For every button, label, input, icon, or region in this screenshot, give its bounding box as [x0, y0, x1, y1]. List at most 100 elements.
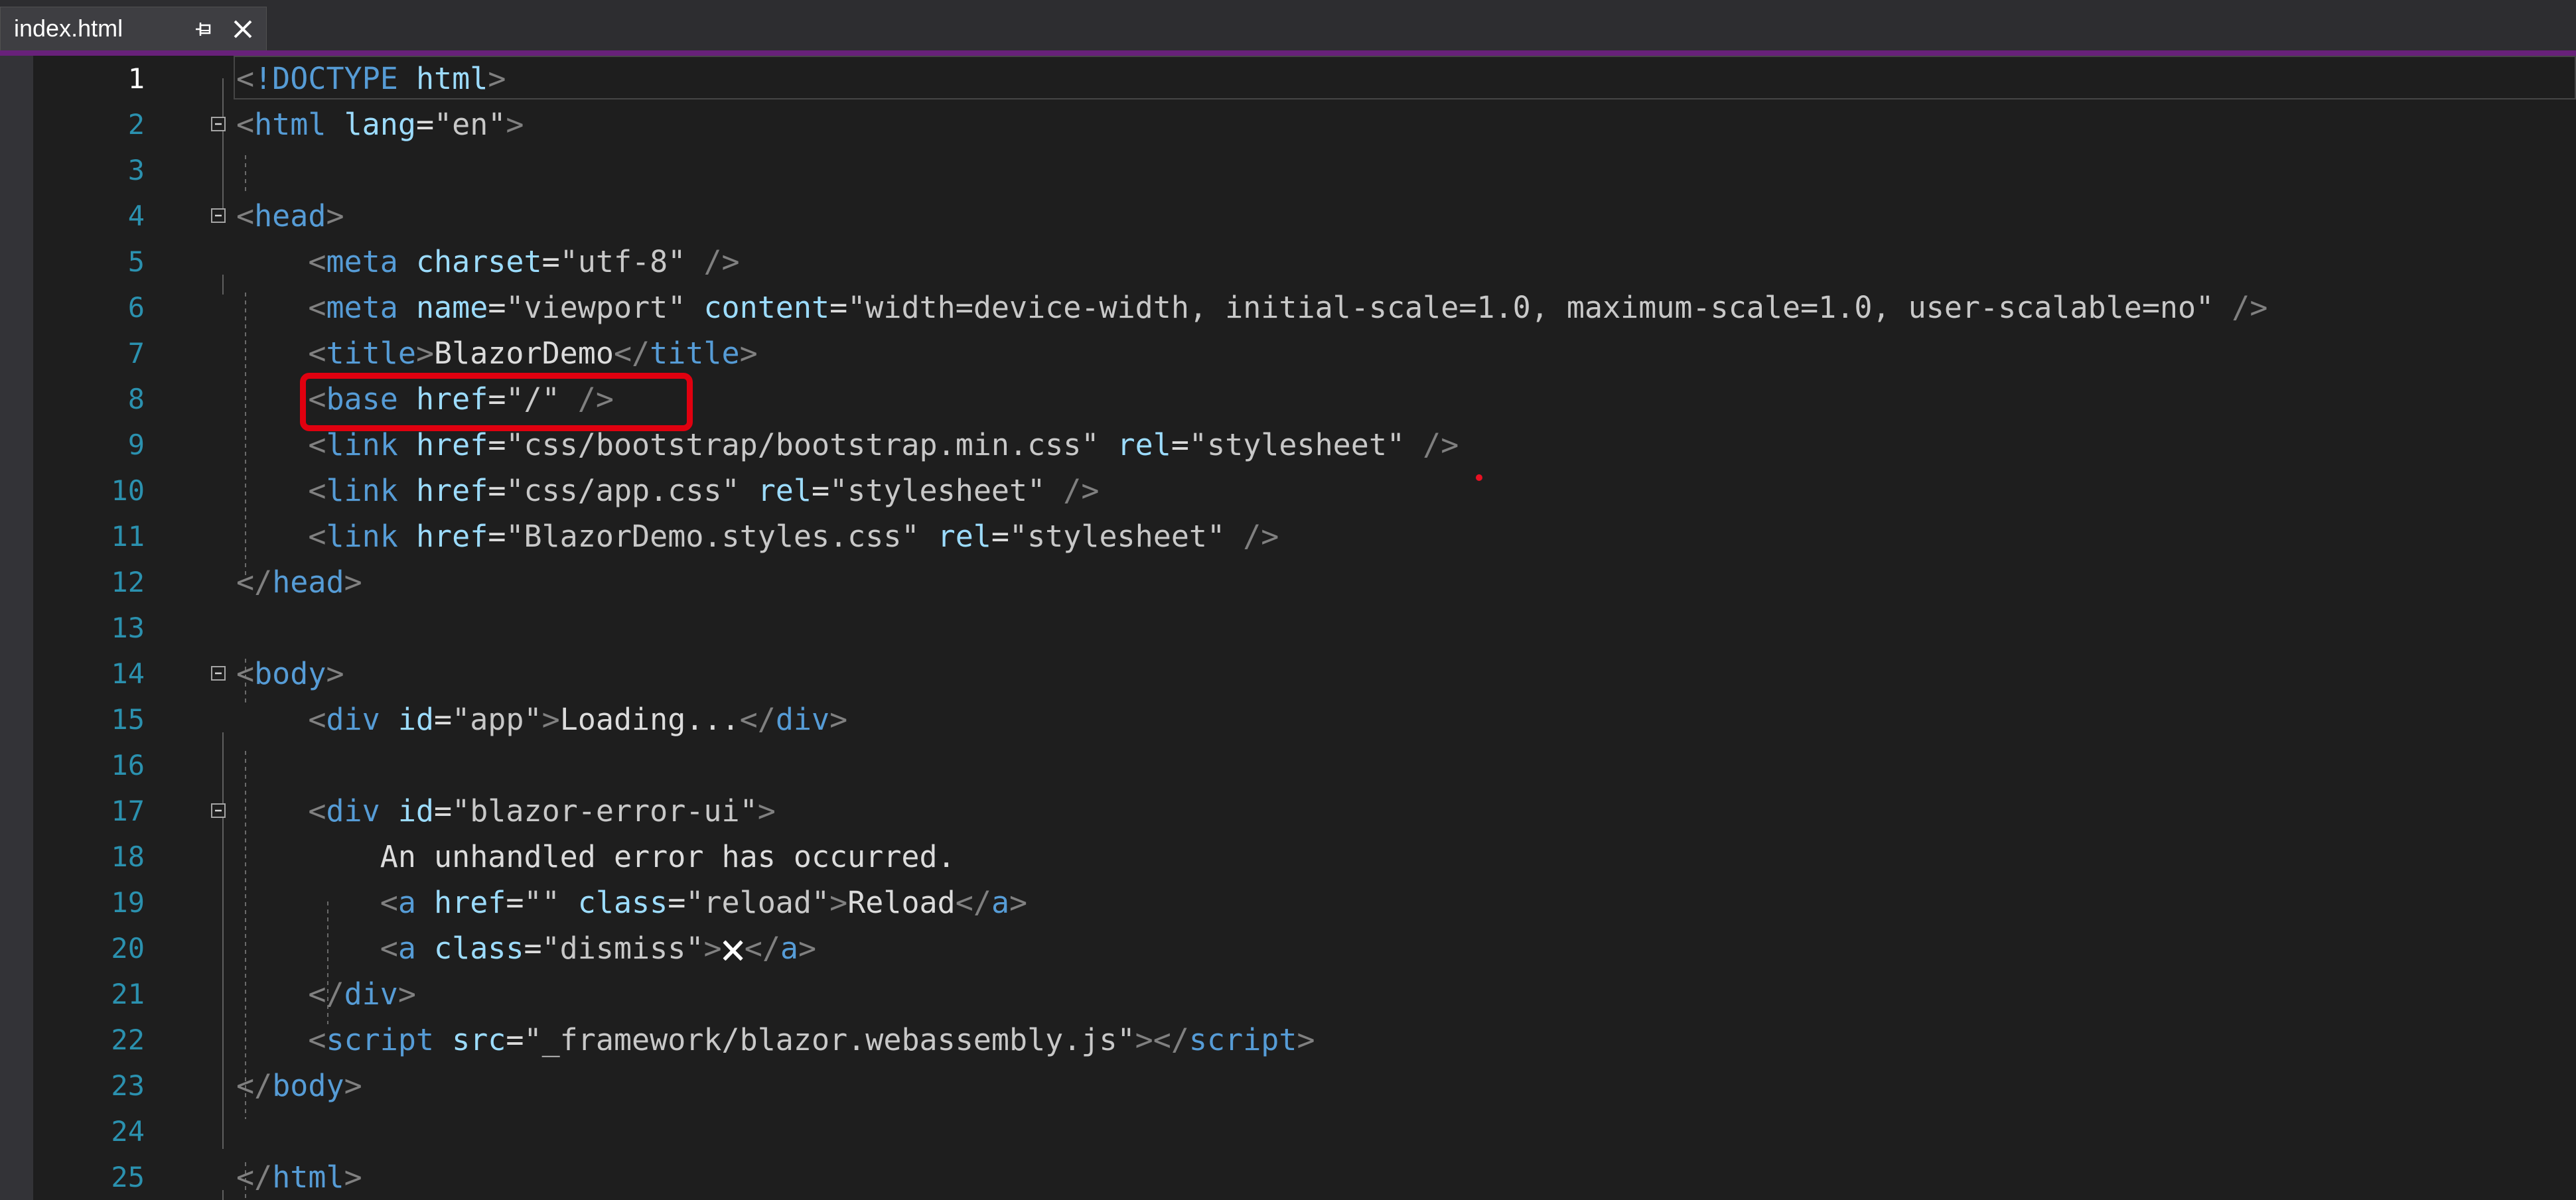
line-number: 4	[127, 200, 145, 232]
code-line-16[interactable]: 16	[0, 742, 2576, 788]
code-line-17[interactable]: 17 <div id="blazor-error-ui">	[0, 788, 2576, 834]
line-number: 12	[111, 566, 145, 598]
code-line-13[interactable]: 13	[0, 605, 2576, 651]
token-text: =	[434, 793, 453, 829]
token-text: =	[488, 519, 506, 554]
active-tab-accent-bar	[0, 50, 2576, 56]
token-text: An unhandled error has occurred.	[380, 839, 956, 874]
code-line-21[interactable]: 21 </div>	[0, 971, 2576, 1017]
document-tabstrip: index.html	[0, 0, 2576, 50]
token-tag: script	[1188, 1022, 1297, 1057]
code-line-3[interactable]: 3	[0, 147, 2576, 193]
tab-index-html[interactable]: index.html	[0, 7, 267, 50]
token-text: =	[524, 931, 542, 966]
token-attr: class	[577, 885, 668, 920]
token-attr: content	[703, 290, 830, 325]
highlight-box-base-href	[300, 373, 693, 431]
token-del: <	[236, 198, 255, 233]
code-line-15[interactable]: 15 <div id="app">Loading...</div>	[0, 697, 2576, 742]
token-text: =	[506, 885, 524, 920]
token-del: <	[380, 931, 398, 966]
token-attr: href	[415, 427, 488, 462]
code-line-10[interactable]: 10 <link href="css/app.css" rel="stylesh…	[0, 468, 2576, 513]
code-line-4[interactable]: 4 <head>	[0, 193, 2576, 239]
code-line-24[interactable]: 24	[0, 1108, 2576, 1154]
collapse-icon[interactable]	[210, 803, 226, 819]
code-text: </head>	[236, 559, 362, 605]
code-line-2[interactable]: 2 <html lang="en">	[0, 101, 2576, 147]
line-number: 13	[111, 612, 145, 644]
tab-label: index.html	[14, 15, 123, 42]
token-tag: html	[272, 1160, 344, 1195]
collapse-icon[interactable]	[210, 208, 226, 224]
code-line-1[interactable]: 1 <!DOCTYPE html>	[0, 56, 2576, 101]
pin-icon[interactable]	[190, 17, 216, 42]
token-del: >	[541, 702, 560, 737]
code-text: <link href="css/app.css" rel="stylesheet…	[236, 468, 1099, 513]
code-editor[interactable]: 1 <!DOCTYPE html> 2 <html lang="en"> 3 4 <head…	[0, 56, 2576, 1200]
code-text: <meta name="viewport" content="width=dev…	[236, 285, 2267, 330]
token-tag: title	[326, 336, 416, 371]
token-del: <	[308, 702, 326, 737]
collapse-icon[interactable]	[210, 665, 226, 681]
token-del: <	[308, 519, 326, 554]
token-tag: head	[254, 198, 326, 233]
code-line-7[interactable]: 7 <title>BlazorDemo</title>	[0, 330, 2576, 376]
token-tag: meta	[326, 244, 398, 279]
token-del: >	[1297, 1022, 1315, 1057]
token-del: <	[308, 336, 326, 371]
token-attr: html	[415, 61, 488, 96]
token-del: <	[236, 107, 255, 142]
code-line-25[interactable]: 25 </html>	[0, 1154, 2576, 1200]
token-attr: src	[452, 1022, 506, 1057]
code-line-14[interactable]: 14 <body>	[0, 651, 2576, 697]
code-line-22[interactable]: 22 <script src="_framework/blazor.webass…	[0, 1017, 2576, 1063]
close-icon[interactable]	[230, 17, 255, 42]
code-line-11[interactable]: 11 <link href="BlazorDemo.styles.css" re…	[0, 513, 2576, 559]
code-line-20[interactable]: 20 <a class="dismiss">🗙</a>	[0, 925, 2576, 971]
token-del: >	[829, 702, 848, 737]
code-line-23[interactable]: 23 </body>	[0, 1063, 2576, 1108]
token-tag: link	[326, 519, 398, 554]
token-tag: title	[650, 336, 740, 371]
token-del: >	[397, 976, 416, 1012]
token-val: "stylesheet"	[1188, 427, 1405, 462]
code-line-5[interactable]: 5 <meta charset="utf-8" />	[0, 239, 2576, 285]
code-line-12[interactable]: 12 </head>	[0, 559, 2576, 605]
code-line-19[interactable]: 19 <a href="" class="reload">Reload</a>	[0, 880, 2576, 925]
token-text: =	[991, 519, 1009, 554]
token-tag: !DOCTYPE	[254, 61, 398, 96]
token-text: Loading...	[559, 702, 740, 737]
token-del: >	[344, 1160, 362, 1195]
token-val: ""	[524, 885, 560, 920]
line-number: 2	[127, 108, 145, 141]
token-tag: a	[397, 931, 416, 966]
token-attr: rel	[757, 473, 812, 508]
code-line-6[interactable]: 6 <meta name="viewport" content="width=d…	[0, 285, 2576, 330]
token-del: <	[380, 885, 398, 920]
token-tag: a	[397, 885, 416, 920]
token-del: >	[757, 793, 776, 829]
token-del: />	[1243, 519, 1279, 554]
collapse-icon[interactable]	[210, 116, 226, 132]
token-tag: head	[272, 565, 344, 600]
line-number: 16	[111, 749, 145, 781]
line-number: 1	[127, 62, 145, 95]
line-number: 17	[111, 795, 145, 827]
line-number: 10	[111, 474, 145, 507]
token-del: <	[236, 61, 255, 96]
code-text: <link href="BlazorDemo.styles.css" rel="…	[236, 513, 1279, 559]
token-tag: body	[272, 1068, 344, 1103]
token-text: Reload	[847, 885, 956, 920]
code-line-18[interactable]: 18 An unhandled error has occurred.	[0, 834, 2576, 880]
token-del: </	[613, 336, 650, 371]
